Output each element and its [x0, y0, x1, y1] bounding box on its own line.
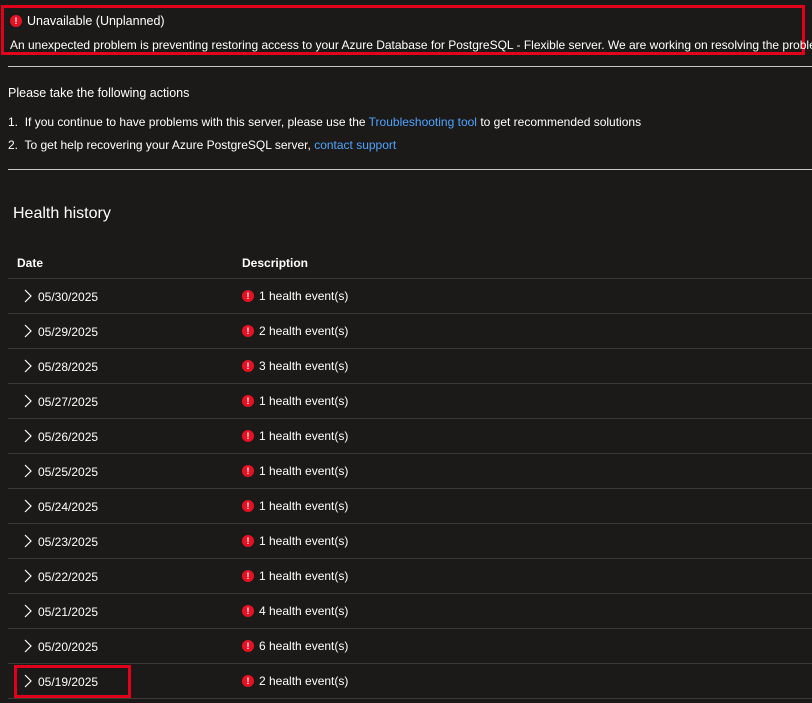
chevron-right-icon[interactable]	[22, 639, 34, 653]
row-date: 05/22/2025	[38, 570, 99, 584]
chevron-right-icon[interactable]	[22, 604, 34, 618]
error-icon: !	[242, 640, 254, 652]
row-date: 05/23/2025	[38, 535, 99, 549]
unavailable-banner: ! Unavailable (Unplanned) An unexpected …	[1, 5, 812, 55]
health-event-count: 3 health event(s)	[259, 359, 349, 373]
row-description: ! 1 health event(s)	[242, 499, 348, 513]
row-date: 05/24/2025	[38, 500, 99, 514]
table-header: Date Description	[8, 248, 812, 279]
table-row[interactable]: 05/24/2025! 1 health event(s)	[8, 489, 812, 524]
error-icon: !	[242, 535, 254, 547]
health-event-count: 1 health event(s)	[259, 394, 349, 408]
error-icon: !	[242, 395, 254, 407]
health-event-count: 2 health event(s)	[259, 324, 349, 338]
row-description: ! 4 health event(s)	[242, 604, 348, 618]
action-number: 2.	[8, 138, 19, 152]
error-icon: !	[242, 325, 254, 337]
health-event-count: 1 health event(s)	[259, 289, 349, 303]
banner-title-row: ! Unavailable (Unplanned)	[10, 14, 165, 28]
chevron-right-icon[interactable]	[22, 324, 34, 338]
row-date: 05/26/2025	[38, 430, 99, 444]
divider	[8, 169, 812, 170]
error-icon: !	[242, 570, 254, 582]
row-description: ! 2 health event(s)	[242, 674, 348, 688]
row-date: 05/25/2025	[38, 465, 99, 479]
chevron-right-icon[interactable]	[22, 289, 34, 303]
table-row[interactable]: 05/19/2025! 2 health event(s)	[8, 664, 812, 699]
row-date: 05/29/2025	[38, 325, 99, 339]
error-icon: !	[242, 360, 254, 372]
row-date: 05/20/2025	[38, 640, 99, 654]
error-icon: !	[242, 430, 254, 442]
error-icon: !	[242, 290, 254, 302]
column-header-date[interactable]: Date	[17, 256, 43, 270]
table-row[interactable]: 05/23/2025! 1 health event(s)	[8, 524, 812, 559]
action-item-1: 1. If you continue to have problems with…	[8, 115, 641, 129]
table-row[interactable]: 05/30/2025! 1 health event(s)	[8, 279, 812, 314]
chevron-right-icon[interactable]	[22, 534, 34, 548]
row-description: ! 1 health event(s)	[242, 289, 348, 303]
table-row[interactable]: 05/25/2025! 1 health event(s)	[8, 454, 812, 489]
actions-heading: Please take the following actions	[8, 86, 190, 100]
row-description: ! 1 health event(s)	[242, 464, 348, 478]
health-event-count: 1 health event(s)	[259, 534, 349, 548]
chevron-right-icon[interactable]	[22, 429, 34, 443]
health-event-count: 1 health event(s)	[259, 499, 349, 513]
health-event-count: 1 health event(s)	[259, 429, 349, 443]
row-description: ! 1 health event(s)	[242, 429, 348, 443]
row-description: ! 1 health event(s)	[242, 534, 348, 548]
error-icon: !	[10, 15, 22, 27]
chevron-right-icon[interactable]	[22, 674, 34, 688]
chevron-right-icon[interactable]	[22, 499, 34, 513]
divider	[8, 66, 812, 67]
row-date: 05/30/2025	[38, 290, 99, 304]
column-header-description[interactable]: Description	[242, 256, 308, 270]
table-row[interactable]: 05/20/2025! 6 health event(s)	[8, 629, 812, 664]
action-number: 1.	[8, 115, 19, 129]
error-icon: !	[242, 465, 254, 477]
banner-title: Unavailable (Unplanned)	[27, 14, 165, 28]
row-date: 05/28/2025	[38, 360, 99, 374]
table-row[interactable]: 05/26/2025! 1 health event(s)	[8, 419, 812, 454]
error-icon: !	[242, 605, 254, 617]
row-description: ! 1 health event(s)	[242, 569, 348, 583]
health-event-count: 6 health event(s)	[259, 639, 349, 653]
table-row[interactable]: 05/29/2025! 2 health event(s)	[8, 314, 812, 349]
health-event-count: 4 health event(s)	[259, 604, 349, 618]
health-event-count: 1 health event(s)	[259, 464, 349, 478]
table-row[interactable]: 05/21/2025! 4 health event(s)	[8, 594, 812, 629]
table-row[interactable]: 05/22/2025! 1 health event(s)	[8, 559, 812, 594]
row-description: ! 2 health event(s)	[242, 324, 348, 338]
table-row[interactable]: 05/28/2025! 3 health event(s)	[8, 349, 812, 384]
error-icon: !	[242, 675, 254, 687]
banner-description: An unexpected problem is preventing rest…	[10, 38, 812, 52]
chevron-right-icon[interactable]	[22, 394, 34, 408]
health-event-count: 1 health event(s)	[259, 569, 349, 583]
health-event-count: 2 health event(s)	[259, 674, 349, 688]
row-date: 05/27/2025	[38, 395, 99, 409]
health-history-table: Date Description 05/30/2025! 1 health eve…	[8, 248, 812, 699]
troubleshooting-tool-link[interactable]: Troubleshooting tool	[369, 115, 477, 129]
error-icon: !	[242, 500, 254, 512]
action-text: If you continue to have problems with th…	[24, 115, 366, 129]
health-history-title: Health history	[13, 205, 111, 222]
row-description: ! 1 health event(s)	[242, 394, 348, 408]
table-row[interactable]: 05/27/2025! 1 health event(s)	[8, 384, 812, 419]
action-text: To get help recovering your Azure Postgr…	[24, 138, 311, 152]
chevron-right-icon[interactable]	[22, 569, 34, 583]
row-date: 05/19/2025	[38, 675, 99, 689]
chevron-right-icon[interactable]	[22, 464, 34, 478]
row-description: ! 6 health event(s)	[242, 639, 348, 653]
contact-support-link[interactable]: contact support	[314, 138, 396, 152]
row-date: 05/21/2025	[38, 605, 99, 619]
chevron-right-icon[interactable]	[22, 359, 34, 373]
action-item-2: 2. To get help recovering your Azure Pos…	[8, 138, 396, 152]
row-description: ! 3 health event(s)	[242, 359, 348, 373]
action-text-suffix: to get recommended solutions	[480, 115, 642, 129]
table-body: 05/30/2025! 1 health event(s) 05/29/2025! 2…	[8, 279, 812, 699]
